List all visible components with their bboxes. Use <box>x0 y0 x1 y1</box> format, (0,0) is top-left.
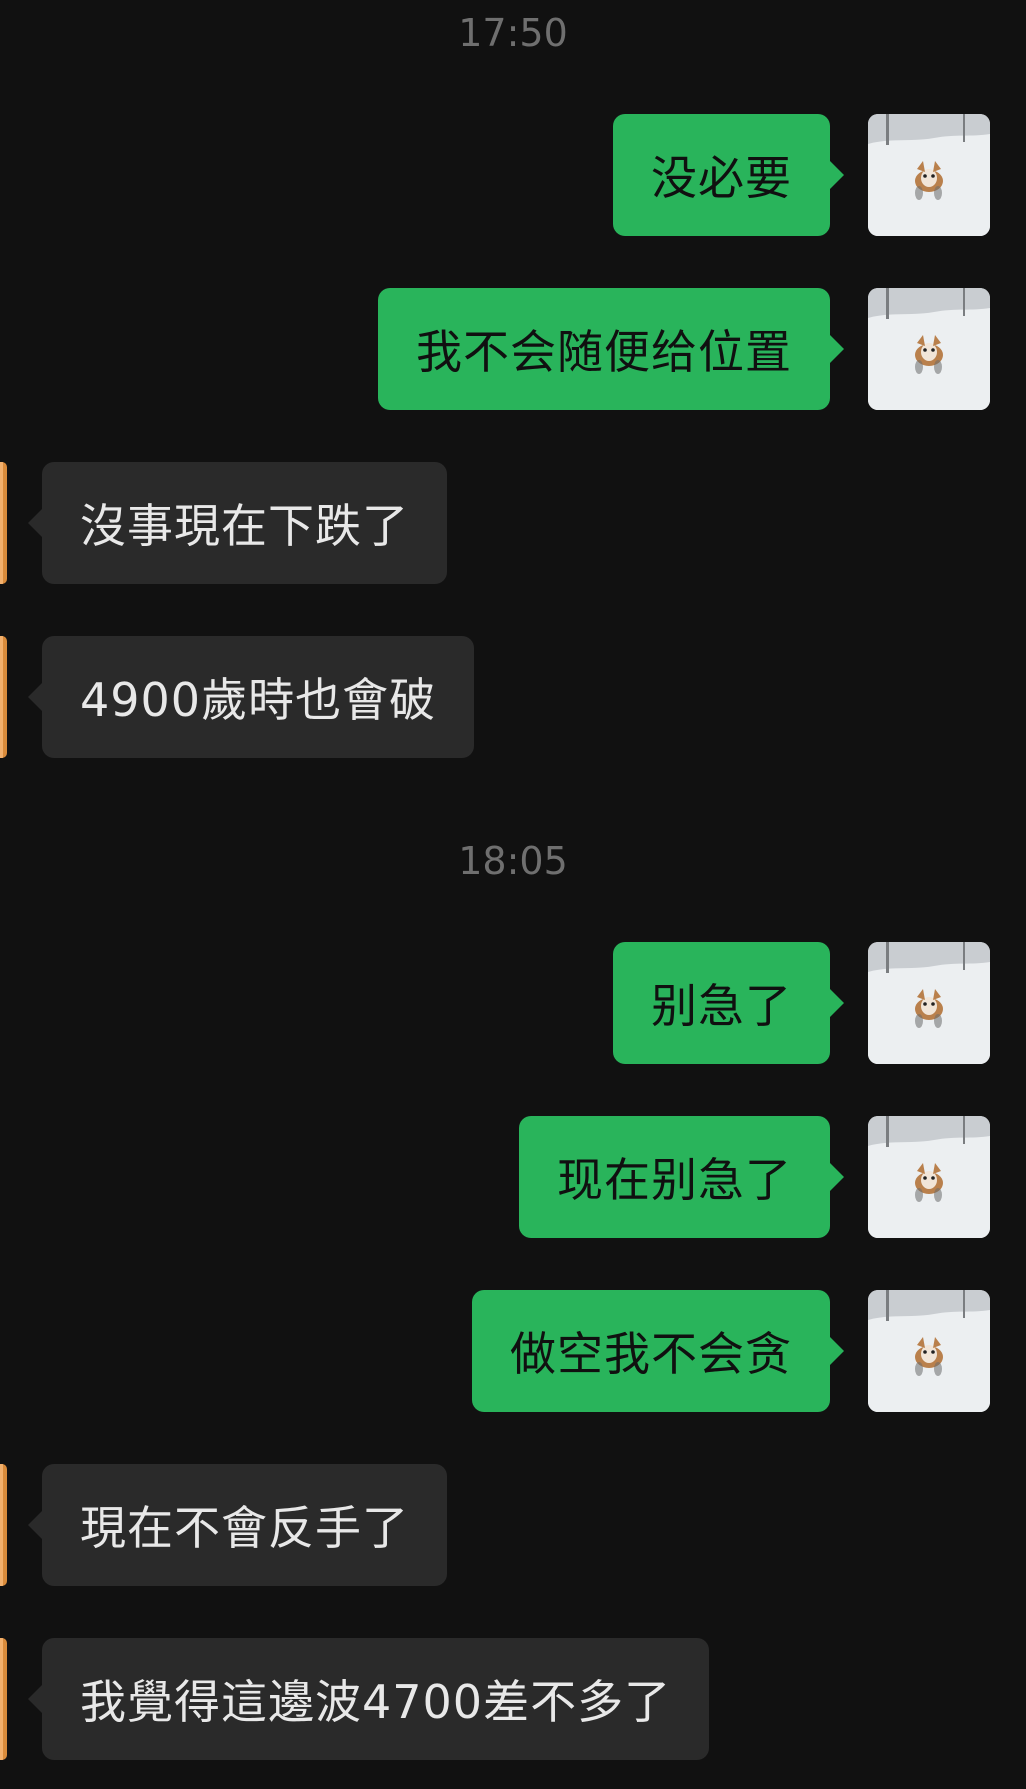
dog-in-snow-avatar-icon[interactable] <box>868 942 990 1064</box>
outgoing-message-bubble[interactable]: 别急了 <box>613 942 844 1064</box>
outgoing-message-bubble[interactable]: 我不会随便给位置 <box>378 288 844 410</box>
incoming-message-bubble[interactable]: 我覺得這邊波4700差不多了 <box>27 1638 710 1760</box>
dog-in-snow-avatar-icon[interactable] <box>868 114 990 236</box>
peer-avatar-icon[interactable] <box>0 1638 7 1760</box>
outgoing-message-bubble[interactable]: 做空我不会贪 <box>472 1290 844 1412</box>
chat-conversation[interactable]: 17:50 没必要 我不会随便给位置 沒事現在下跌了 4900歲時也會破 18:… <box>0 0 1026 1789</box>
message-row-outgoing: 我不会随便给位置 <box>0 288 1026 410</box>
peer-avatar-icon[interactable] <box>0 1464 7 1586</box>
dog-in-snow-avatar-icon[interactable] <box>868 288 990 410</box>
timestamp: 18:05 <box>458 839 568 883</box>
timestamp: 17:50 <box>458 11 568 55</box>
message-row-incoming: 現在不會反手了 <box>0 1464 1026 1586</box>
dog-in-snow-avatar-icon[interactable] <box>868 1116 990 1238</box>
message-row-outgoing: 现在别急了 <box>0 1116 1026 1238</box>
message-row-incoming: 沒事現在下跌了 <box>0 462 1026 584</box>
message-row-outgoing: 做空我不会贪 <box>0 1290 1026 1412</box>
message-row-outgoing: 没必要 <box>0 114 1026 236</box>
outgoing-message-bubble[interactable]: 没必要 <box>613 114 844 236</box>
message-row-outgoing: 别急了 <box>0 942 1026 1064</box>
incoming-message-bubble[interactable]: 4900歲時也會破 <box>27 636 475 758</box>
message-row-incoming: 4900歲時也會破 <box>0 636 1026 758</box>
incoming-message-bubble[interactable]: 沒事現在下跌了 <box>28 462 447 584</box>
peer-avatar-icon[interactable] <box>0 462 7 584</box>
message-row-incoming: 我覺得這邊波4700差不多了 <box>0 1638 1026 1760</box>
dog-in-snow-avatar-icon[interactable] <box>868 1290 990 1412</box>
peer-avatar-icon[interactable] <box>0 636 7 758</box>
outgoing-message-bubble[interactable]: 现在别急了 <box>519 1116 844 1238</box>
incoming-message-bubble[interactable]: 現在不會反手了 <box>28 1464 447 1586</box>
